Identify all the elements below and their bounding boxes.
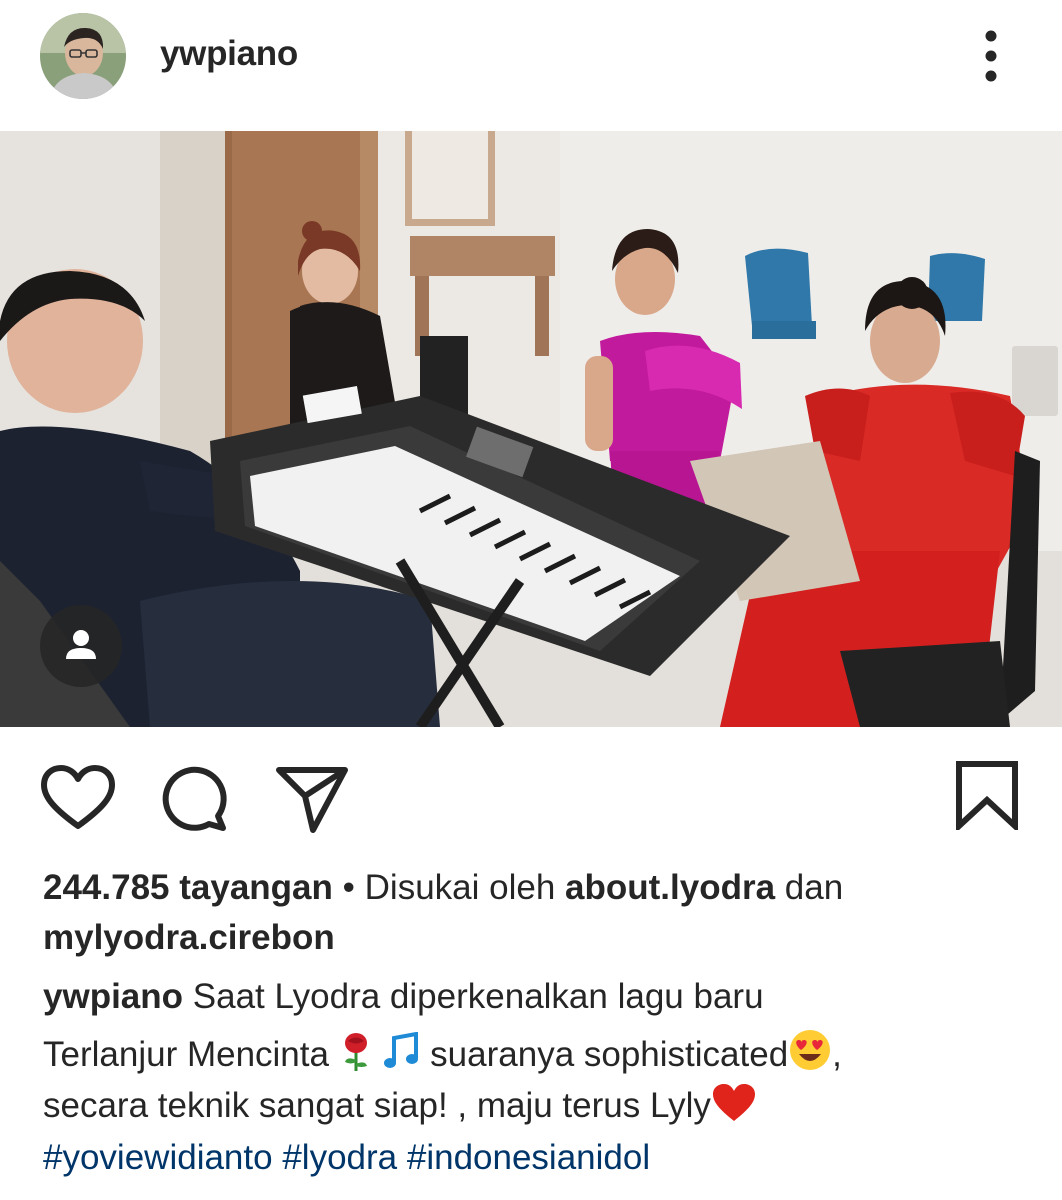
post-username[interactable]: ywpiano <box>160 34 298 74</box>
paper-plane-icon[interactable] <box>275 764 349 834</box>
view-count[interactable]: 244.785 tayangan <box>43 868 333 907</box>
avatar-photo <box>40 13 126 99</box>
hashtag-link[interactable]: #lyodra <box>282 1138 397 1177</box>
caption-text-3: secara teknik sangat siap! , maju terus … <box>43 1086 711 1125</box>
views-and-likes: 244.785 tayangan • Disukai oleh about.ly… <box>43 864 843 912</box>
liked-by-user-2[interactable]: mylyodra.cirebon <box>43 918 335 957</box>
post-action-bar <box>0 740 1062 840</box>
hashtags-line: #yoviewidianto #lyodra #indonesianidol <box>43 1134 650 1182</box>
post-media-photo[interactable] <box>0 131 1062 727</box>
caption-line-1: ywpiano Saat Lyodra diperkenalkan lagu b… <box>43 973 764 1021</box>
liked-by-user-1[interactable]: about.lyodra <box>565 868 775 907</box>
comment-bubble-icon[interactable] <box>160 764 230 834</box>
liked-by-and: dan <box>784 868 844 907</box>
caption-text-1: Saat Lyodra diperkenalkan lagu baru <box>192 977 764 1016</box>
heart-eyes-emoji <box>790 1030 831 1070</box>
caption-author[interactable]: ywpiano <box>43 977 183 1016</box>
red-heart-emoji <box>712 1084 755 1121</box>
liked-by-line-2: mylyodra.cirebon <box>43 914 335 962</box>
liked-by-label: Disukai oleh <box>364 868 556 907</box>
post-header: ywpiano <box>0 0 1062 130</box>
caption-line-3: secara teknik sangat siap! , maju terus … <box>43 1082 757 1130</box>
caption-text-2c: , <box>832 1035 842 1074</box>
caption-text-2b: suaranya sophisticated <box>430 1035 789 1074</box>
heart-outline-icon[interactable] <box>40 764 116 832</box>
separator-dot: • <box>342 868 355 907</box>
hashtag-link[interactable]: #indonesianidol <box>407 1138 650 1177</box>
hashtag-link[interactable]: #yoviewidianto <box>43 1138 273 1177</box>
more-vertical-icon[interactable] <box>978 28 1004 84</box>
caption-line-2: Terlanjur Mencinta suaranya sophisticate… <box>43 1028 842 1079</box>
rose-emoji <box>344 1033 367 1071</box>
bookmark-outline-icon[interactable] <box>955 760 1019 830</box>
photo-scene <box>0 131 1062 727</box>
caption-text-2a: Terlanjur Mencinta <box>43 1035 329 1074</box>
user-tag-icon <box>66 630 96 659</box>
music-note-emoji <box>384 1032 419 1068</box>
profile-avatar[interactable] <box>40 13 126 99</box>
tagged-users-button[interactable] <box>40 605 122 687</box>
